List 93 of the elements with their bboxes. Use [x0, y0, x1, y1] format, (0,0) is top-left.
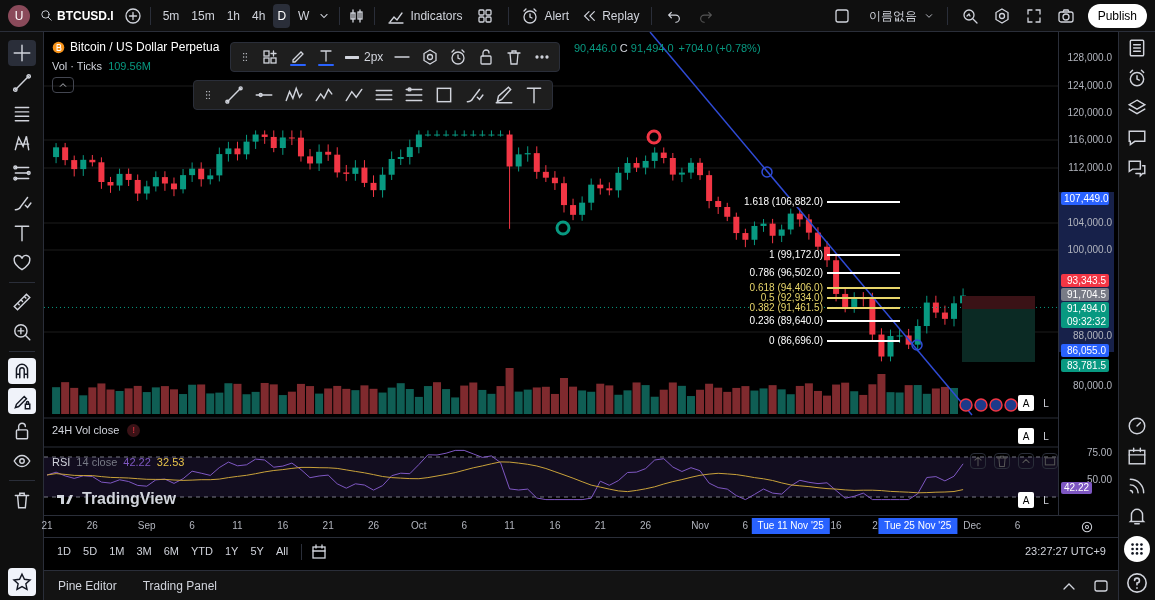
time-tick: Dec: [963, 519, 981, 533]
time-tick: 11: [504, 519, 515, 533]
auto-scale-button[interactable]: A: [1018, 492, 1034, 508]
rsi-value: 42.22: [123, 455, 151, 470]
price-tick: 100,000.0: [1067, 244, 1112, 256]
replay-button[interactable]: Replay: [577, 3, 644, 28]
line-width-button[interactable]: 2px: [345, 48, 384, 66]
alert-button[interactable]: Alert: [517, 3, 574, 28]
range-button[interactable]: 1D: [52, 541, 77, 562]
price-tick: 80,000.0: [1073, 380, 1112, 392]
price-tick: 88,000.0: [1073, 330, 1112, 342]
interval-tab[interactable]: 15m: [187, 3, 219, 28]
price-badge: 107,449.0: [1061, 192, 1109, 205]
price-tick: 128,000.0: [1067, 52, 1112, 64]
layout-dropdown[interactable]: 이름없음: [864, 3, 939, 28]
time-tick: Nov: [691, 519, 709, 533]
time-tick: 16: [277, 519, 289, 533]
range-button[interactable]: YTD: [185, 541, 218, 562]
price-tick: 120,000.0: [1067, 107, 1112, 119]
time-tick: 26: [367, 519, 380, 533]
panel-tab[interactable]: Pine Editor: [52, 576, 123, 595]
volume-label: Vol · Ticks: [52, 59, 103, 74]
time-tick: 6: [461, 519, 467, 533]
time-tick: 6: [1014, 519, 1021, 533]
price-badge: 91,494.0 09:32:32: [1061, 302, 1109, 328]
publish-button[interactable]: Publish: [1087, 3, 1147, 28]
time-tick: 26: [86, 519, 98, 533]
interval-tab[interactable]: 1h: [222, 3, 245, 28]
interval-tab[interactable]: W: [294, 3, 314, 28]
rsi-tick: 75.00: [1086, 447, 1112, 459]
close-label: C: [619, 41, 628, 56]
fib-level-label: 0.786 (96,502.0): [748, 268, 824, 278]
range-button[interactable]: 6M: [158, 541, 184, 562]
range-button[interactable]: 5Y: [245, 541, 269, 562]
price-tick: 104,000.0: [1067, 217, 1112, 229]
range-button[interactable]: 1M: [104, 541, 130, 562]
rsi-average-value: 32.53: [156, 455, 185, 470]
price-change: +704.0 (+0.78%): [678, 41, 761, 56]
interval-tab[interactable]: 4h: [248, 3, 270, 28]
range-button[interactable]: 5D: [78, 541, 103, 562]
symbol-title: Bitcoin / US Dollar Perpetua: [70, 39, 220, 56]
indicator-params: 14 close: [76, 455, 118, 470]
log-scale-button[interactable]: L: [1038, 492, 1054, 508]
interval-tab[interactable]: D: [273, 3, 291, 28]
time-tick: Oct: [411, 519, 427, 533]
time-tick: Sep: [137, 519, 156, 533]
fib-level-label: 0.236 (89,640.0): [748, 316, 824, 326]
indicator-name: RSI: [52, 455, 71, 470]
price-tick: 112,000.0: [1068, 162, 1112, 174]
range-button[interactable]: All: [270, 541, 294, 562]
clock-label: 23:27:27 UTC+9: [1024, 544, 1106, 560]
indicator-label: 24H Vol close: [52, 423, 120, 438]
fib-level-label: 0.5 (92,934.0): [759, 293, 824, 303]
avatar[interactable]: U: [8, 4, 30, 27]
symbol-search[interactable]: BTCUSD.I: [34, 3, 120, 28]
price-tick: 124,000.0: [1067, 80, 1112, 92]
time-tick: 26: [640, 519, 652, 533]
time-tick: 2: [872, 519, 878, 533]
price-badge: 91,704.5: [1061, 288, 1109, 301]
fib-level-label: 0.618 (94,406.0): [748, 283, 824, 293]
range-button[interactable]: 1Y: [219, 541, 244, 562]
indicators-button[interactable]: Indicators: [383, 3, 467, 28]
date-badge: Tue 25 Nov '25: [878, 518, 958, 534]
fib-level-label: 1.618 (106,882.0): [743, 197, 824, 207]
price-badge: 93,343.5: [1061, 274, 1109, 287]
auto-scale-button[interactable]: A: [1018, 428, 1034, 444]
price-badge: 83,781.5: [1061, 359, 1109, 372]
interval-tab[interactable]: 5m: [158, 3, 184, 28]
time-tick: 21: [322, 519, 334, 533]
time-tick: 16: [830, 519, 842, 533]
price-badge: 86,055.0: [1061, 344, 1109, 357]
log-scale-button[interactable]: L: [1038, 428, 1054, 444]
rsi-badge: 42.22: [1061, 482, 1093, 494]
log-scale-button[interactable]: L: [1038, 395, 1054, 411]
panel-tab[interactable]: Trading Panel: [136, 576, 223, 595]
auto-scale-button[interactable]: A: [1018, 395, 1034, 411]
time-tick: 11: [232, 519, 243, 533]
time-tick: 21: [594, 519, 606, 533]
date-badge: Tue 11 Nov '25: [751, 518, 830, 534]
time-tick: 21: [41, 519, 53, 533]
fib-level-label: 0 (86,696.0): [768, 336, 824, 346]
price-tick: 116,000.0: [1068, 134, 1112, 146]
price-value: 90,446.0: [574, 41, 617, 56]
rsi-tick: 50.00: [1086, 474, 1112, 485]
time-tick: 6: [742, 519, 749, 533]
time-tick: 16: [549, 519, 561, 533]
range-button[interactable]: 3M: [131, 541, 157, 562]
volume-value: 109.56M: [108, 59, 151, 74]
logo-wordmark: TradingView: [82, 489, 176, 509]
fib-level-label: 0.382 (91,461.5): [748, 303, 824, 313]
warning-badge[interactable]: !: [127, 423, 141, 437]
fib-level-label: 1 (99,172.0): [768, 250, 824, 260]
time-tick: 6: [189, 519, 195, 533]
